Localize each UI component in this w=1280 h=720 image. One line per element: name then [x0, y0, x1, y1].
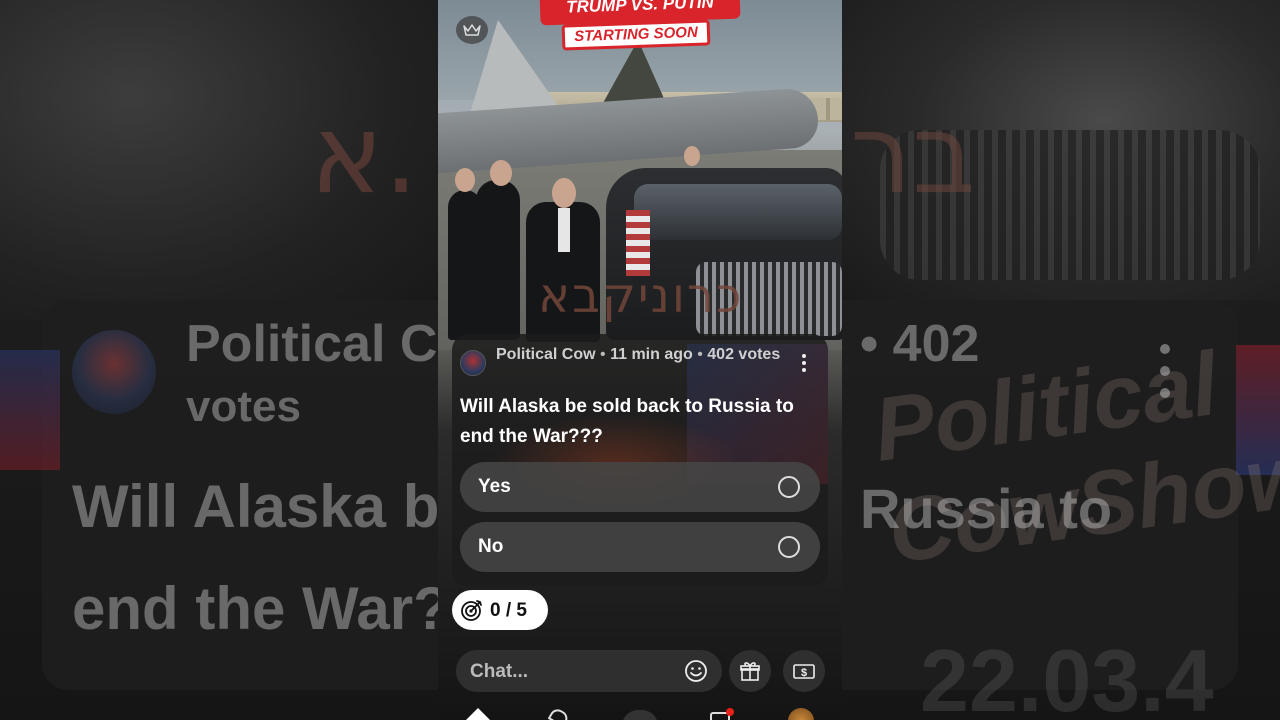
radio-icon[interactable]: [778, 476, 800, 498]
backdrop-question-right: Russia to: [860, 477, 1113, 540]
channel-avatar[interactable]: [460, 350, 486, 376]
video-watermark: כרוניקבא: [538, 268, 744, 324]
backdrop-avatar: [72, 330, 156, 414]
video-car-window: [634, 184, 842, 240]
video-person-head: [552, 178, 576, 208]
gift-icon: [740, 662, 760, 681]
video-person: [476, 180, 520, 340]
poll-option-yes[interactable]: Yes: [460, 462, 820, 512]
create-icon[interactable]: [622, 710, 658, 720]
cash-icon: $: [793, 664, 815, 679]
video-person-head: [455, 168, 475, 192]
poll-option-label: No: [478, 536, 504, 557]
target-icon: [461, 600, 482, 621]
poll-question: Will Alaska be sold back to Russia to en…: [460, 396, 794, 447]
poll-age: 11 min ago: [610, 346, 693, 363]
poll-meta: Political Cow • 11 min ago • 402 votes: [496, 344, 786, 365]
backdrop-timestamp: 22.03.4: [920, 631, 1214, 720]
video-car-flag: [626, 210, 650, 276]
poll-channel-name[interactable]: Political Cow: [496, 346, 596, 363]
poll-option-label: Yes: [478, 476, 511, 497]
backdrop-question-line1: Will Alaska b: [72, 473, 440, 540]
radio-icon[interactable]: [778, 536, 800, 558]
chat-input[interactable]: Chat...: [456, 650, 722, 692]
video-person-shirt: [558, 208, 570, 252]
video-person-head: [490, 160, 512, 186]
super-chat-button[interactable]: $: [783, 650, 825, 692]
crown-icon[interactable]: [456, 16, 488, 44]
notification-dot: [726, 708, 734, 716]
profile-avatar[interactable]: [788, 708, 814, 720]
backdrop-channel-text: Political C: [186, 315, 438, 373]
backdrop-watermark-right: בר: [850, 90, 976, 218]
shorts-player: TRUMP VS. PUTIN STARTING SOON כרוניקבא P…: [438, 0, 842, 720]
goal-progress-pill[interactable]: 0 / 5: [452, 590, 548, 630]
backdrop-votes-count: • 402: [860, 315, 980, 373]
svg-text:$: $: [801, 667, 807, 679]
video-person-head: [684, 146, 700, 166]
poll-votes: 402 votes: [707, 346, 781, 363]
separator-dot: •: [697, 346, 708, 363]
chat-placeholder: Chat...: [470, 661, 529, 682]
stream-status-banner: STARTING SOON: [561, 19, 711, 51]
poll-card: Political Cow • 11 min ago • 402 votes W…: [452, 334, 828, 586]
backdrop-question-line2: end the War?: [72, 575, 450, 642]
home-icon[interactable]: [466, 708, 490, 720]
goal-progress-text: 0 / 5: [490, 600, 527, 621]
poll-option-no[interactable]: No: [460, 522, 820, 572]
backdrop-votes-word: votes: [186, 382, 301, 431]
gift-button[interactable]: [729, 650, 771, 692]
bottom-nav: [438, 700, 842, 720]
backdrop-flag-left: [0, 350, 60, 470]
separator-dot: •: [600, 346, 611, 363]
more-vert-icon[interactable]: [798, 354, 810, 376]
shorts-icon[interactable]: [547, 706, 571, 720]
emoji-icon[interactable]: [684, 659, 708, 683]
backdrop-watermark-left: א.: [310, 90, 419, 218]
backdrop-menu-dots: [1160, 344, 1172, 410]
